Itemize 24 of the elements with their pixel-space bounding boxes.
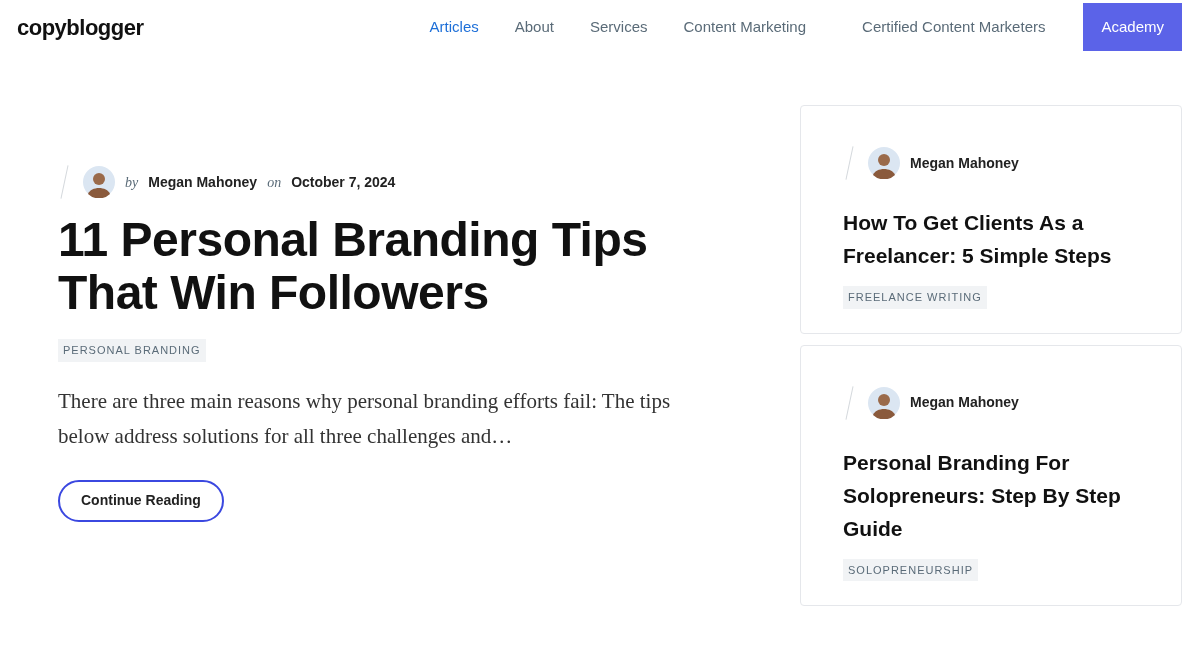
author-link[interactable]: Megan Mahoney — [910, 392, 1019, 413]
nav-link[interactable]: Services — [571, 15, 666, 39]
category-tag[interactable]: PERSONAL BRANDING — [58, 339, 206, 362]
continue-reading-button[interactable]: Continue Reading — [58, 479, 224, 522]
avatar-icon — [868, 147, 900, 179]
category-tag[interactable]: SOLOPRENEURSHIP — [843, 558, 979, 581]
logo[interactable]: copyblogger — [17, 10, 144, 44]
post-date: October 7, 2024 — [291, 172, 396, 192]
avatar-icon — [868, 386, 900, 419]
author-link[interactable]: Megan Mahoney — [910, 152, 1019, 174]
nav-link[interactable]: Certified Content Marketers — [844, 15, 1064, 39]
author-link[interactable]: Megan Mahoney — [148, 171, 258, 193]
category-tag[interactable]: FREELANCE WRITING — [843, 286, 987, 309]
nav-button[interactable]: Academy — [1083, 3, 1182, 51]
article-title[interactable]: 11 Personal Branding Tips That Win Followers — [58, 213, 678, 319]
nav-link[interactable]: About — [496, 15, 572, 39]
nav-link[interactable]: Articles — [411, 15, 497, 39]
on-label: on — [267, 173, 282, 192]
nav-link[interactable]: Content Marketing — [665, 15, 825, 39]
avatar-icon — [83, 166, 115, 198]
by-label: by — [125, 173, 139, 192]
article-excerpt: There are three main reasons why personal branding efforts fail: The tips below address solutions for all three challenges and… — [58, 387, 672, 450]
post-title[interactable]: How To Get Clients As a Freelancer: 5 Simple Steps — [843, 206, 1143, 272]
post-title[interactable]: Personal Branding For Solopreneurs: Step By Step Guide — [843, 445, 1143, 545]
